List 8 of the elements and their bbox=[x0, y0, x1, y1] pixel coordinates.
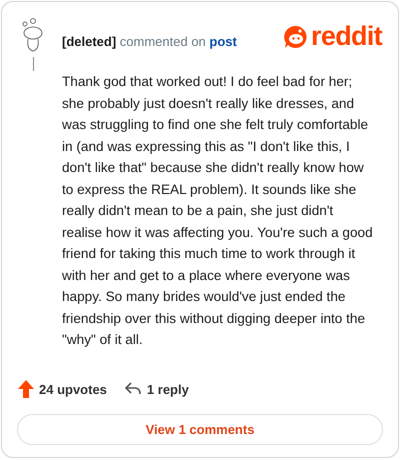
post-link[interactable]: post bbox=[209, 34, 237, 49]
upvote-count: 24 upvotes bbox=[39, 380, 107, 399]
view-comments-button[interactable]: View 1 comments bbox=[17, 414, 383, 445]
comment-action-text: commented on bbox=[120, 34, 206, 49]
comment-text: Thank god that worked out! I do feel bad for her; she probably just doesn't really like dresses, and was struggling to find one she felt truly comfortable in (and was expressing this as "I don't like this, I don't like that" because she didn't really know how to express the REAL problem). It sounds like she really didn't mean to be a pain, she just didn't realise how it was affecting you. You're such a good friend for taking this much time to work through it with her and get to a place where everyone was happy. So many brides would've just ended the friendship over this without digging deeper into the "why" of it all. bbox=[62, 73, 374, 349]
reply-count[interactable]: 1 reply bbox=[146, 380, 189, 399]
author-name[interactable]: [deleted] bbox=[62, 34, 116, 49]
reddit-wordmark: reddit bbox=[311, 23, 382, 50]
